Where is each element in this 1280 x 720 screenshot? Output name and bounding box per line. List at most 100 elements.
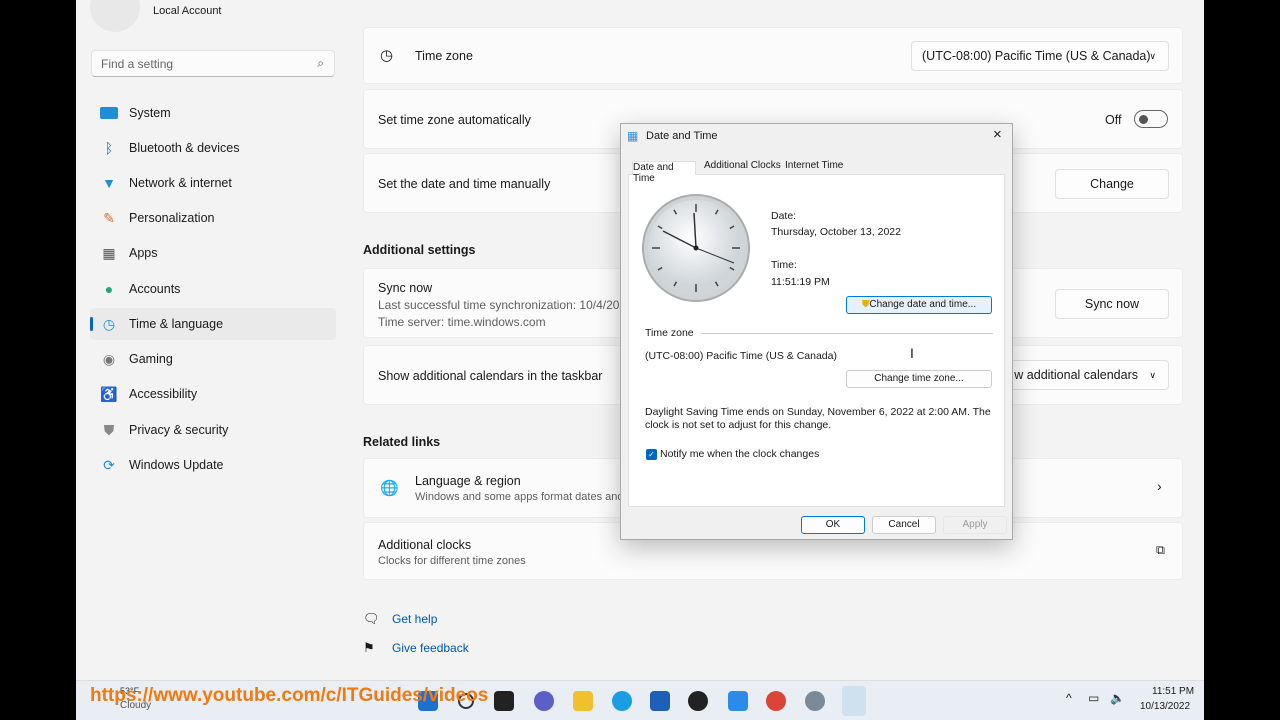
person-icon: ● <box>104 281 114 297</box>
tab-internet-time[interactable]: Internet Time <box>785 160 843 171</box>
sidebar-item-time-language[interactable]: ◷ Time & language <box>90 308 336 340</box>
time-zone-label: Time zone <box>415 49 473 63</box>
clock-globe-icon: ◷ <box>102 315 116 332</box>
tab-additional-clocks[interactable]: Additional Clocks <box>704 160 781 171</box>
button-label: Change date and time... <box>869 299 977 310</box>
sidebar-item-network[interactable]: ▼ Network & internet <box>90 167 336 199</box>
auto-timezone-toggle[interactable] <box>1134 110 1168 128</box>
language-title: Language & region <box>415 474 521 488</box>
get-help-link[interactable]: Get help <box>392 612 437 626</box>
help-icon: 🗨 <box>363 611 380 626</box>
clock-globe-icon: ◷ <box>380 47 394 64</box>
bluetooth-icon: ᛒ <box>104 140 114 156</box>
dst-notice: Daylight Saving Time ends on Sunday, Nov… <box>645 406 991 431</box>
sidebar-item-label: Privacy & security <box>129 423 229 437</box>
app-icon[interactable] <box>728 691 748 711</box>
clock-time[interactable]: 11:51 PM <box>1152 686 1194 697</box>
selection-indicator <box>90 317 93 331</box>
search-placeholder: Find a setting <box>101 57 174 71</box>
sidebar-item-label: System <box>129 106 171 120</box>
date-time-app-icon: ▦ <box>627 129 639 143</box>
close-icon[interactable]: × <box>993 126 1002 143</box>
sidebar-item-label: Personalization <box>129 211 215 225</box>
search-input[interactable]: Find a setting ⌕ <box>91 50 335 77</box>
sidebar-item-accounts[interactable]: ● Accounts <box>90 273 336 305</box>
sidebar-item-personalization[interactable]: ✎ Personalization <box>90 202 336 234</box>
divider <box>701 333 993 334</box>
settings-icon[interactable] <box>805 691 825 711</box>
auto-timezone-label: Set time zone automatically <box>378 113 531 127</box>
system-icon <box>100 107 118 119</box>
date-time-app-icon[interactable] <box>842 686 866 716</box>
notify-checkbox[interactable]: ✓ <box>646 449 657 460</box>
clock-date[interactable]: 10/13/2022 <box>1140 701 1190 712</box>
media-player-icon[interactable] <box>688 691 708 711</box>
give-feedback-link[interactable]: Give feedback <box>392 641 469 655</box>
gamepad-icon: ◉ <box>102 350 116 367</box>
volume-icon[interactable]: 🔈 <box>1110 691 1125 705</box>
network-icon[interactable]: ▭ <box>1088 691 1099 705</box>
notify-label: Notify me when the clock changes <box>660 448 820 460</box>
tab-panel: Date: Thursday, October 13, 2022 Time: 1… <box>628 174 1005 507</box>
teams-icon[interactable] <box>534 691 554 711</box>
manual-time-label: Set the date and time manually <box>378 177 551 191</box>
sidebar-item-label: Accessibility <box>129 387 198 401</box>
wifi-icon: ▼ <box>102 175 116 191</box>
apply-button: Apply <box>943 516 1007 534</box>
ok-button[interactable]: OK <box>801 516 865 534</box>
date-time-dialog: ▦ Date and Time × Date: Thursday, Octobe… <box>620 123 1013 540</box>
edge-icon[interactable] <box>612 691 632 711</box>
time-label: Time: <box>771 259 797 271</box>
sidebar-item-gaming[interactable]: ◉ Gaming <box>90 343 336 375</box>
sidebar-item-label: Windows Update <box>129 458 224 472</box>
last-sync: Last successful time synchronization: 10… <box>378 298 620 312</box>
change-date-time-button[interactable]: ⛊Change date and time... <box>846 296 992 314</box>
search-icon: ⌕ <box>317 56 324 70</box>
time-zone-value: (UTC-08:00) Pacific Time (US & Canada) <box>922 49 1151 63</box>
sidebar-item-bluetooth[interactable]: ᛒ Bluetooth & devices <box>90 132 336 164</box>
time-value: 11:51:19 PM <box>771 276 830 288</box>
accessibility-icon: ♿ <box>100 385 118 402</box>
change-time-zone-button[interactable]: Change time zone... <box>846 370 992 388</box>
chevron-right-icon: › <box>1157 478 1162 494</box>
analog-clock <box>642 194 750 302</box>
file-explorer-icon[interactable] <box>573 691 593 711</box>
external-link-icon: ⧉ <box>1156 543 1165 557</box>
brush-icon: ✎ <box>103 209 115 226</box>
time-zone-dropdown[interactable]: (UTC-08:00) Pacific Time (US & Canada) ∨ <box>911 41 1169 71</box>
sidebar-item-system[interactable]: System <box>90 97 336 129</box>
sync-now-button[interactable]: Sync now <box>1055 289 1169 319</box>
task-view-icon[interactable] <box>494 691 514 711</box>
sidebar-item-accessibility[interactable]: ♿ Accessibility <box>90 378 336 410</box>
toggle-state: Off <box>1105 113 1122 127</box>
update-icon: ⟳ <box>103 456 115 473</box>
sidebar-item-windows-update[interactable]: ⟳ Windows Update <box>90 449 336 481</box>
store-icon[interactable] <box>650 691 670 711</box>
sidebar-item-label: Network & internet <box>129 176 232 190</box>
sidebar-item-label: Bluetooth & devices <box>129 141 240 155</box>
tab-label: Date and Time <box>633 162 674 184</box>
tab-date-and-time[interactable]: Date and Time <box>632 161 696 184</box>
sidebar-item-privacy[interactable]: ⛊ Privacy & security <box>90 414 336 446</box>
calendars-label: Show additional calendars in the taskbar <box>378 369 603 383</box>
cancel-button[interactable]: Cancel <box>872 516 936 534</box>
chevron-up-icon[interactable]: ^ <box>1066 691 1072 705</box>
chevron-down-icon: ∨ <box>1149 51 1156 61</box>
sidebar-item-apps[interactable]: ▦ Apps <box>90 237 336 269</box>
account-type: Local Account <box>153 5 222 17</box>
time-zone-heading: Time zone <box>645 327 694 339</box>
apps-icon: ▦ <box>102 244 116 261</box>
taskbar: 53°F Cloudy https://www.youtube.com/c/IT… <box>76 680 1204 720</box>
chrome-icon[interactable] <box>766 691 786 711</box>
chevron-down-icon: ∨ <box>1149 370 1156 380</box>
language-icon: 🌐 <box>380 480 399 497</box>
clocks-sub: Clocks for different time zones <box>378 555 526 567</box>
url-overlay: https://www.youtube.com/c/ITGuides/video… <box>90 685 489 706</box>
shield-icon: ⛊ <box>103 421 115 438</box>
additional-settings-heading: Additional settings <box>363 243 476 257</box>
dialog-title: Date and Time <box>646 130 718 142</box>
feedback-icon: ⚑ <box>363 640 375 655</box>
change-button[interactable]: Change <box>1055 169 1169 199</box>
sidebar-item-label: Apps <box>129 246 158 260</box>
text-cursor-icon: I <box>910 345 914 361</box>
